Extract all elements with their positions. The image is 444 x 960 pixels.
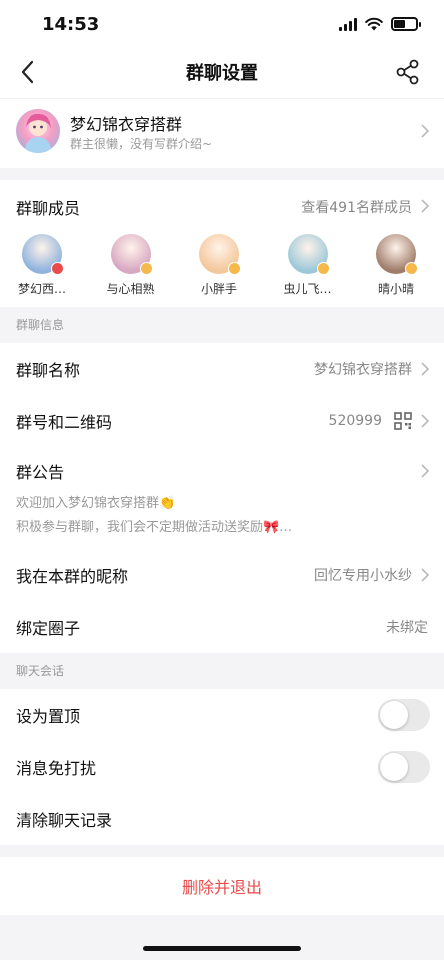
- group-id-value: 520999: [328, 413, 382, 429]
- group-info-card: 群聊名称 梦幻锦衣穿搭群 群号和二维码 520999 群公告 欢迎加入梦幻锦衣穿…: [0, 343, 444, 653]
- my-nickname-row[interactable]: 我在本群的昵称 回忆专用小水纱: [0, 549, 444, 601]
- bind-circle-label: 绑定圈子: [16, 619, 81, 638]
- delete-and-exit-label: 删除并退出: [181, 878, 262, 897]
- clear-history-label: 清除聊天记录: [16, 811, 113, 830]
- member-item[interactable]: 与心相熟: [97, 234, 165, 297]
- my-nickname-value: 回忆专用小水纱: [314, 568, 412, 584]
- member-name: 梦幻西…: [17, 282, 66, 296]
- group-name-label: 群聊名称: [16, 361, 81, 380]
- member-badge-icon: [51, 262, 64, 275]
- member-badge-icon: [228, 262, 241, 275]
- chat-settings-card: 设为置顶 消息免打扰 清除聊天记录: [0, 689, 444, 845]
- bind-circle-value: 未绑定: [386, 620, 428, 636]
- chevron-right-icon: [421, 464, 430, 478]
- group-description: 群主很懒，没有写群介绍~: [70, 137, 213, 151]
- member-name: 小胖手: [200, 282, 237, 296]
- group-id-row[interactable]: 群号和二维码 520999: [0, 395, 444, 447]
- member-badge-icon: [316, 262, 330, 275]
- home-indicator: [143, 946, 301, 951]
- member-badge-icon: [405, 262, 418, 275]
- share-icon[interactable]: [394, 58, 422, 86]
- delete-and-exit-button[interactable]: 删除并退出: [0, 857, 444, 915]
- member-item[interactable]: 虫儿飞…: [274, 234, 342, 297]
- members-label: 群聊成员: [16, 199, 81, 218]
- group-notice-label: 群公告: [16, 463, 65, 482]
- status-time: 14:53: [42, 14, 100, 35]
- nav-bar: 群聊设置: [0, 46, 444, 98]
- member-avatar: [199, 234, 241, 275]
- chevron-right-icon: [421, 362, 430, 376]
- pin-chat-toggle[interactable]: [378, 699, 430, 731]
- qr-code-icon[interactable]: [394, 412, 412, 430]
- group-name-value: 梦幻锦衣穿搭群: [314, 362, 412, 378]
- mute-toggle[interactable]: [378, 751, 430, 783]
- group-id-label: 群号和二维码: [16, 413, 113, 432]
- member-name: 虫儿飞…: [283, 282, 332, 296]
- view-all-members-link[interactable]: 查看491名群成员: [301, 197, 412, 217]
- group-notice-row[interactable]: 群公告 欢迎加入梦幻锦衣穿搭群👏 积极参与群聊，我们会不定期做活动送奖励🎀…: [0, 447, 444, 549]
- section-title-group-info: 群聊信息: [16, 318, 65, 332]
- mute-label: 消息免打扰: [16, 759, 97, 778]
- chevron-right-icon: [421, 568, 430, 582]
- section-title-chat: 聊天会话: [16, 664, 65, 678]
- member-avatar: [287, 234, 330, 275]
- wifi-icon: [365, 17, 383, 31]
- pin-chat-label: 设为置顶: [16, 707, 81, 726]
- members-list: 梦幻西… 与心相熟 小胖手 虫儿飞… 晴小晴: [0, 234, 444, 307]
- members-row[interactable]: 群聊成员 查看491名群成员: [0, 180, 444, 234]
- group-name: 梦幻锦衣穿搭群: [70, 115, 183, 134]
- group-name-row[interactable]: 群聊名称 梦幻锦衣穿搭群: [0, 343, 444, 395]
- chevron-right-icon: [421, 414, 430, 428]
- member-badge-icon: [139, 262, 153, 275]
- group-avatar: [16, 109, 60, 153]
- member-item[interactable]: 梦幻西…: [8, 234, 76, 297]
- status-icons: [339, 17, 421, 31]
- page-title: 群聊设置: [186, 63, 258, 84]
- pin-chat-row: 设为置顶: [0, 689, 444, 741]
- member-item[interactable]: 晴小晴: [362, 234, 430, 297]
- chevron-right-icon: [421, 199, 430, 213]
- chevron-right-icon: [421, 124, 430, 138]
- back-icon[interactable]: [16, 58, 42, 86]
- bind-circle-row[interactable]: 绑定圈子 未绑定: [0, 601, 444, 653]
- group-notice-line-2: 积极参与群聊，我们会不定期做活动送奖励🎀…: [16, 520, 293, 535]
- my-nickname-label: 我在本群的昵称: [16, 567, 129, 586]
- clear-history-row[interactable]: 清除聊天记录: [0, 793, 444, 845]
- signal-icon: [339, 17, 357, 31]
- group-notice-line-1: 欢迎加入梦幻锦衣穿搭群👏: [16, 496, 176, 511]
- member-name: 与心相熟: [106, 282, 155, 296]
- mute-row: 消息免打扰: [0, 741, 444, 793]
- group-header[interactable]: 梦幻锦衣穿搭群 群主很懒，没有写群介绍~: [0, 98, 444, 168]
- battery-icon: [391, 17, 421, 31]
- status-bar: 14:53: [0, 0, 444, 46]
- member-item[interactable]: 小胖手: [185, 234, 253, 297]
- member-avatar: [376, 234, 418, 275]
- member-avatar: [22, 234, 64, 275]
- member-name: 晴小晴: [377, 282, 414, 296]
- member-avatar: [110, 234, 153, 275]
